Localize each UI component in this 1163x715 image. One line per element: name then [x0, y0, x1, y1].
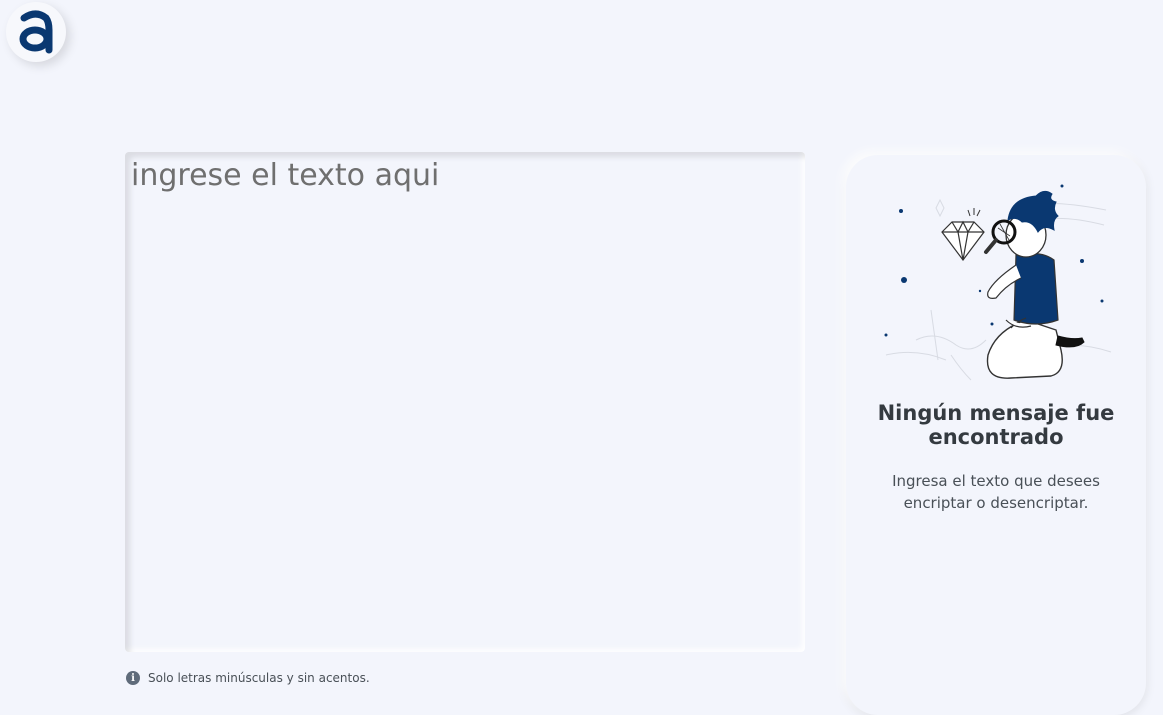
text-input-area[interactable]: [125, 152, 805, 652]
message-input[interactable]: [125, 152, 805, 652]
person-with-magnifying-glass-illustration: [884, 184, 1112, 381]
input-hint: i Solo letras minúsculas y sin acentos.: [126, 671, 370, 685]
info-icon: i: [126, 671, 140, 685]
empty-state-title: Ningún mensaje fue encontrado: [877, 401, 1115, 449]
alura-logo-icon[interactable]: [6, 2, 66, 62]
hint-text: Solo letras minúsculas y sin acentos.: [148, 671, 370, 685]
result-card: Ningún mensaje fue encontrado Ingresa el…: [846, 155, 1146, 715]
empty-state-text: Ingresa el texto que desees encriptar o …: [892, 472, 1100, 512]
